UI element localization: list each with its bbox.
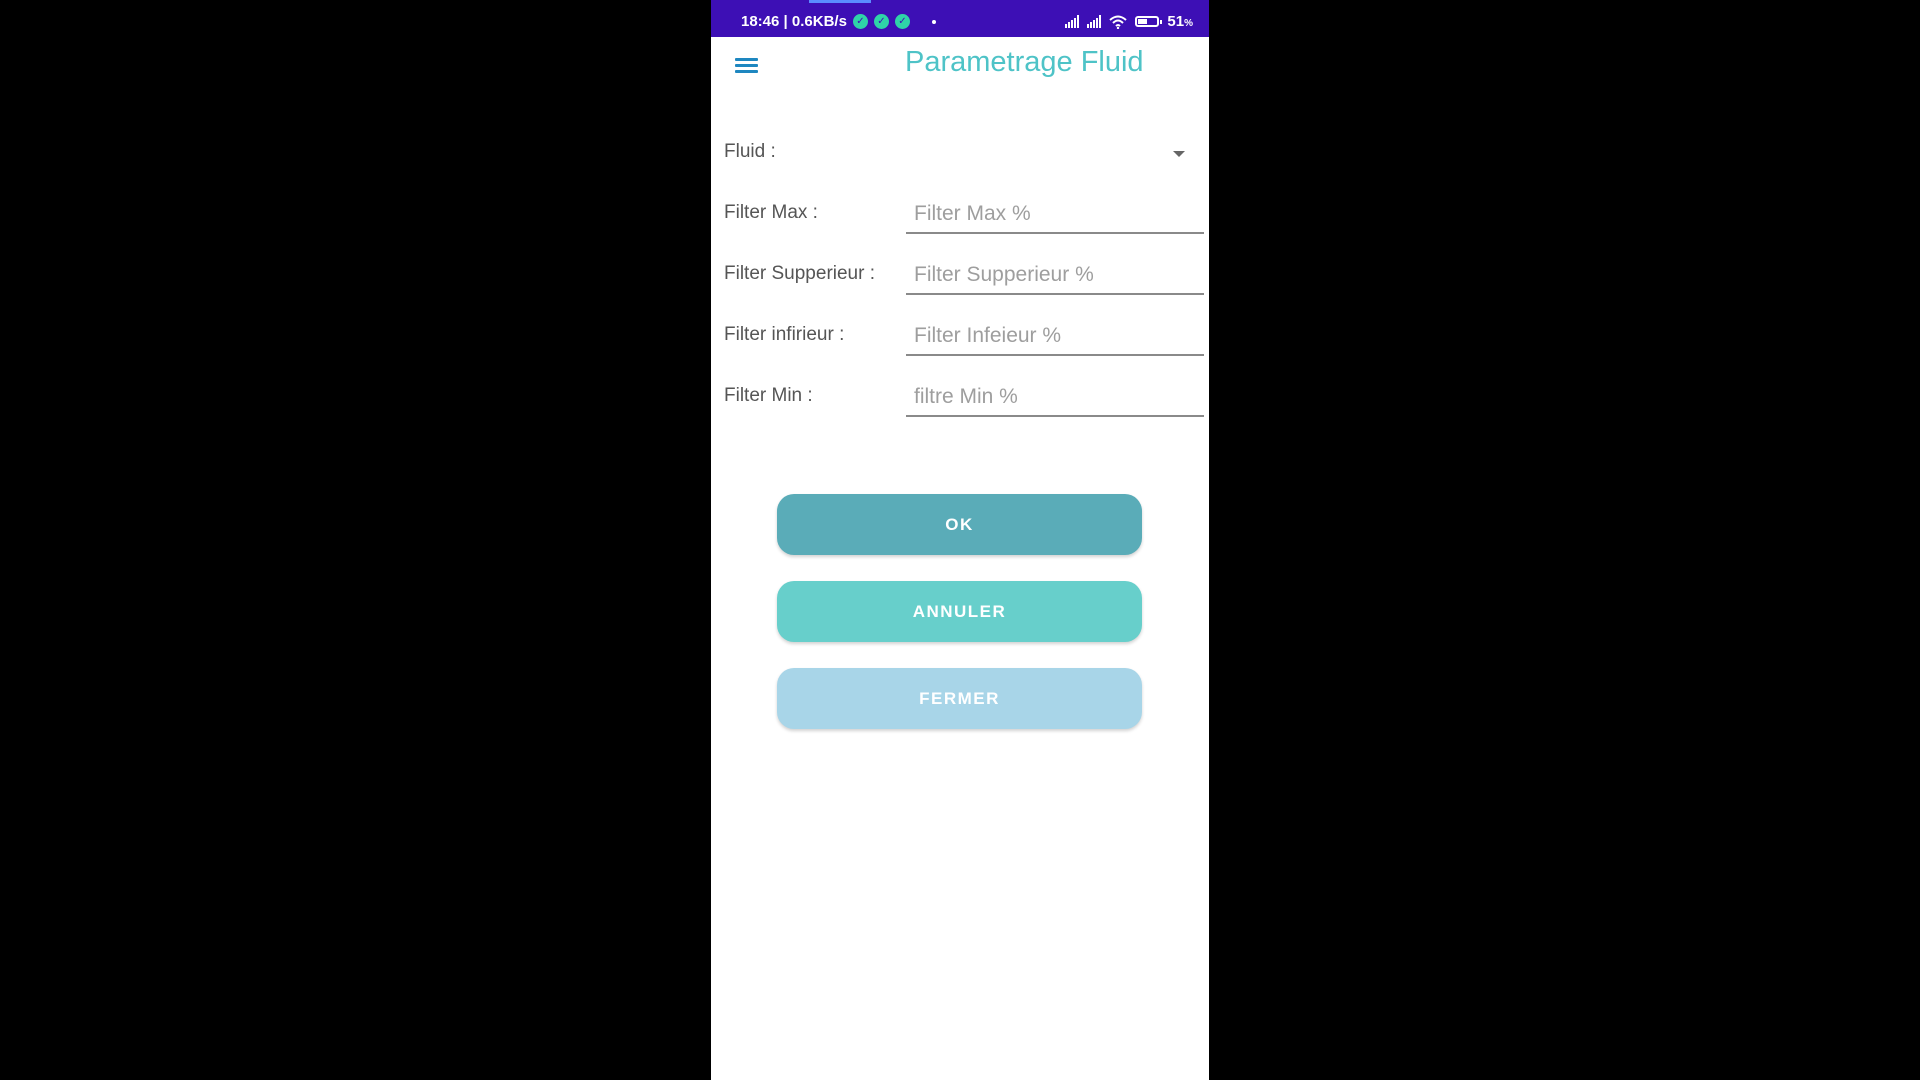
check-circle-icon: ✓ (894, 14, 910, 29)
phone-screen: 18:46 | 0.6KB/s ✓ ✓ ✓ 51% Parametrage Fl… (711, 0, 1209, 1080)
dropdown-arrow-icon (1173, 151, 1185, 157)
status-left-group: 18:46 | 0.6KB/s ✓ ✓ ✓ (741, 13, 936, 30)
filter-superieur-input[interactable] (906, 257, 1204, 295)
page-title: Parametrage Fluid (905, 46, 1144, 78)
battery-percent-value: 51 (1167, 13, 1185, 30)
status-bar: 18:46 | 0.6KB/s ✓ ✓ ✓ 51% (711, 0, 1209, 37)
fluid-label: Fluid : (724, 141, 776, 162)
status-right-group: 51% (1065, 13, 1193, 30)
wifi-icon (1109, 15, 1128, 29)
annuler-button[interactable]: ANNULER (777, 581, 1142, 642)
battery-icon (1135, 16, 1163, 27)
battery-fill (1138, 19, 1148, 24)
notification-dot-icon (931, 19, 936, 24)
filter-max-input[interactable] (906, 196, 1204, 234)
signal-icon (1065, 15, 1080, 28)
signal-icon (1087, 15, 1102, 28)
hamburger-menu-icon[interactable] (733, 55, 761, 79)
filter-inferieur-label: Filter infirieur : (724, 324, 845, 345)
filter-min-input[interactable] (906, 379, 1204, 417)
ok-button[interactable]: OK (777, 494, 1142, 555)
battery-percent-unit: % (1184, 18, 1193, 29)
status-time-speed: 18:46 | 0.6KB/s (741, 13, 847, 30)
check-circle-icon: ✓ (873, 14, 889, 29)
fluid-dropdown[interactable] (905, 130, 1195, 178)
fermer-button[interactable]: FERMER (777, 668, 1142, 729)
filter-max-label: Filter Max : (724, 202, 818, 223)
battery-percent: 51% (1167, 13, 1193, 30)
filter-superieur-label: Filter Supperieur : (724, 263, 876, 284)
filter-inferieur-input[interactable] (906, 318, 1204, 356)
filter-min-label: Filter Min : (724, 385, 813, 406)
check-circle-icon: ✓ (852, 14, 868, 29)
status-accent-line (809, 0, 871, 3)
